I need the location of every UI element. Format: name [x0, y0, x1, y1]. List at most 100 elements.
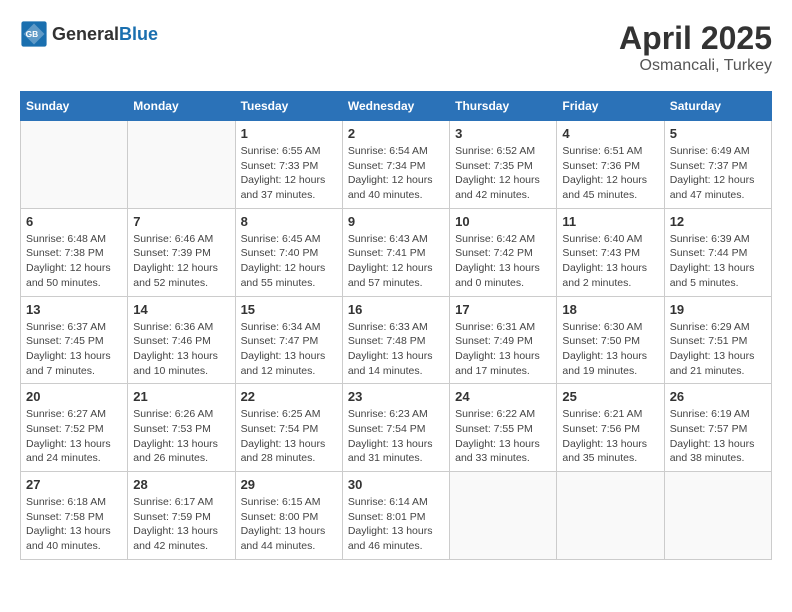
day-info: Sunrise: 6:34 AM Sunset: 7:47 PM Dayligh… [241, 320, 337, 379]
logo-general: General [52, 24, 119, 44]
day-number: 16 [348, 302, 444, 317]
day-number: 5 [670, 126, 766, 141]
day-number: 22 [241, 389, 337, 404]
day-info: Sunrise: 6:54 AM Sunset: 7:34 PM Dayligh… [348, 144, 444, 203]
table-row: 5 Sunrise: 6:49 AM Sunset: 7:37 PM Daylig… [664, 121, 771, 209]
day-info: Sunrise: 6:25 AM Sunset: 7:54 PM Dayligh… [241, 407, 337, 466]
table-row: 2Sunrise: 6:54 AM Sunset: 7:34 PM Daylig… [342, 121, 449, 209]
table-row: 20 Sunrise: 6:27 AM Sunset: 7:52 PM Dayli… [21, 384, 128, 472]
day-info: Sunrise: 6:33 AM Sunset: 7:48 PM Dayligh… [348, 320, 444, 379]
table-row: 30 Sunrise: 6:14 AM Sunset: 8:01 PM Dayli… [342, 472, 449, 560]
day-info: Sunrise: 6:19 AM Sunset: 7:57 PM Dayligh… [670, 407, 766, 466]
table-row: 24 Sunrise: 6:22 AM Sunset: 7:55 PM Dayli… [450, 384, 557, 472]
day-number: 19 [670, 302, 766, 317]
calendar-location: Osmancali, Turkey [619, 57, 772, 75]
day-info: Sunrise: 6:46 AM Sunset: 7:39 PM Dayligh… [133, 232, 229, 291]
logo-icon: GB [20, 20, 48, 48]
day-info: Sunrise: 6:23 AM Sunset: 7:54 PM Dayligh… [348, 407, 444, 466]
logo-text: GeneralBlue [52, 24, 158, 45]
day-info: Sunrise: 6:18 AM Sunset: 7:58 PM Dayligh… [26, 495, 122, 554]
day-number: 18 [562, 302, 658, 317]
table-row: 26Sunrise: 6:19 AM Sunset: 7:57 PM Dayli… [664, 384, 771, 472]
table-row: 19 Sunrise: 6:29 AM Sunset: 7:51 PM Dayli… [664, 296, 771, 384]
header-thursday: Thursday [450, 92, 557, 121]
day-info: Sunrise: 6:42 AM Sunset: 7:42 PM Dayligh… [455, 232, 551, 291]
day-number: 11 [562, 214, 658, 229]
day-info: Sunrise: 6:36 AM Sunset: 7:46 PM Dayligh… [133, 320, 229, 379]
table-row: 12Sunrise: 6:39 AM Sunset: 7:44 PM Dayli… [664, 208, 771, 296]
day-number: 28 [133, 477, 229, 492]
table-row: 9 Sunrise: 6:43 AM Sunset: 7:41 PM Daylig… [342, 208, 449, 296]
table-row: 25Sunrise: 6:21 AM Sunset: 7:56 PM Dayli… [557, 384, 664, 472]
table-row [557, 472, 664, 560]
day-info: Sunrise: 6:15 AM Sunset: 8:00 PM Dayligh… [241, 495, 337, 554]
day-info: Sunrise: 6:40 AM Sunset: 7:43 PM Dayligh… [562, 232, 658, 291]
table-row: 6Sunrise: 6:48 AM Sunset: 7:38 PM Daylig… [21, 208, 128, 296]
svg-text:GB: GB [26, 29, 39, 39]
header-saturday: Saturday [664, 92, 771, 121]
table-row: 14 Sunrise: 6:36 AM Sunset: 7:46 PM Dayli… [128, 296, 235, 384]
table-row [128, 121, 235, 209]
day-number: 27 [26, 477, 122, 492]
table-row: 1 Sunrise: 6:55 AM Sunset: 7:33 PM Daylig… [235, 121, 342, 209]
day-number: 14 [133, 302, 229, 317]
day-number: 21 [133, 389, 229, 404]
day-info: Sunrise: 6:27 AM Sunset: 7:52 PM Dayligh… [26, 407, 122, 466]
day-info: Sunrise: 6:26 AM Sunset: 7:53 PM Dayligh… [133, 407, 229, 466]
calendar-title: April 2025 [619, 20, 772, 57]
page-header: GB GeneralBlue April 2025 Osmancali, Tur… [20, 20, 772, 75]
day-info: Sunrise: 6:31 AM Sunset: 7:49 PM Dayligh… [455, 320, 551, 379]
calendar-week-row: 13Sunrise: 6:37 AM Sunset: 7:45 PM Dayli… [21, 296, 772, 384]
table-row: 28 Sunrise: 6:17 AM Sunset: 7:59 PM Dayli… [128, 472, 235, 560]
day-number: 7 [133, 214, 229, 229]
day-number: 8 [241, 214, 337, 229]
day-number: 30 [348, 477, 444, 492]
table-row: 23Sunrise: 6:23 AM Sunset: 7:54 PM Dayli… [342, 384, 449, 472]
day-info: Sunrise: 6:21 AM Sunset: 7:56 PM Dayligh… [562, 407, 658, 466]
day-info: Sunrise: 6:52 AM Sunset: 7:35 PM Dayligh… [455, 144, 551, 203]
table-row: 27 Sunrise: 6:18 AM Sunset: 7:58 PM Dayli… [21, 472, 128, 560]
day-info: Sunrise: 6:43 AM Sunset: 7:41 PM Dayligh… [348, 232, 444, 291]
day-number: 10 [455, 214, 551, 229]
day-number: 1 [241, 126, 337, 141]
header-monday: Monday [128, 92, 235, 121]
day-info: Sunrise: 6:55 AM Sunset: 7:33 PM Dayligh… [241, 144, 337, 203]
calendar-week-row: 6Sunrise: 6:48 AM Sunset: 7:38 PM Daylig… [21, 208, 772, 296]
table-row: 10 Sunrise: 6:42 AM Sunset: 7:42 PM Dayli… [450, 208, 557, 296]
day-info: Sunrise: 6:14 AM Sunset: 8:01 PM Dayligh… [348, 495, 444, 554]
table-row: 8Sunrise: 6:45 AM Sunset: 7:40 PM Daylig… [235, 208, 342, 296]
day-number: 9 [348, 214, 444, 229]
table-row: 29 Sunrise: 6:15 AM Sunset: 8:00 PM Dayli… [235, 472, 342, 560]
calendar-week-row: 1 Sunrise: 6:55 AM Sunset: 7:33 PM Daylig… [21, 121, 772, 209]
day-number: 17 [455, 302, 551, 317]
weekday-header-row: Sunday Monday Tuesday Wednesday Thursday… [21, 92, 772, 121]
table-row: 11 Sunrise: 6:40 AM Sunset: 7:43 PM Dayli… [557, 208, 664, 296]
header-friday: Friday [557, 92, 664, 121]
table-row: 16 Sunrise: 6:33 AM Sunset: 7:48 PM Dayli… [342, 296, 449, 384]
table-row [450, 472, 557, 560]
table-row: 7 Sunrise: 6:46 AM Sunset: 7:39 PM Daylig… [128, 208, 235, 296]
table-row [21, 121, 128, 209]
day-info: Sunrise: 6:49 AM Sunset: 7:37 PM Dayligh… [670, 144, 766, 203]
table-row: 17 Sunrise: 6:31 AM Sunset: 7:49 PM Dayli… [450, 296, 557, 384]
logo-blue: Blue [119, 24, 158, 44]
day-number: 20 [26, 389, 122, 404]
day-number: 29 [241, 477, 337, 492]
calendar-week-row: 27 Sunrise: 6:18 AM Sunset: 7:58 PM Dayli… [21, 472, 772, 560]
table-row [664, 472, 771, 560]
day-number: 3 [455, 126, 551, 141]
day-number: 24 [455, 389, 551, 404]
day-number: 4 [562, 126, 658, 141]
table-row: 21 Sunrise: 6:26 AM Sunset: 7:53 PM Dayli… [128, 384, 235, 472]
table-row: 15Sunrise: 6:34 AM Sunset: 7:47 PM Dayli… [235, 296, 342, 384]
title-block: April 2025 Osmancali, Turkey [619, 20, 772, 75]
table-row: 3 Sunrise: 6:52 AM Sunset: 7:35 PM Daylig… [450, 121, 557, 209]
day-info: Sunrise: 6:17 AM Sunset: 7:59 PM Dayligh… [133, 495, 229, 554]
day-info: Sunrise: 6:51 AM Sunset: 7:36 PM Dayligh… [562, 144, 658, 203]
day-info: Sunrise: 6:30 AM Sunset: 7:50 PM Dayligh… [562, 320, 658, 379]
day-info: Sunrise: 6:22 AM Sunset: 7:55 PM Dayligh… [455, 407, 551, 466]
calendar-table: Sunday Monday Tuesday Wednesday Thursday… [20, 91, 772, 560]
table-row: 22 Sunrise: 6:25 AM Sunset: 7:54 PM Dayli… [235, 384, 342, 472]
table-row: 4 Sunrise: 6:51 AM Sunset: 7:36 PM Daylig… [557, 121, 664, 209]
day-info: Sunrise: 6:29 AM Sunset: 7:51 PM Dayligh… [670, 320, 766, 379]
